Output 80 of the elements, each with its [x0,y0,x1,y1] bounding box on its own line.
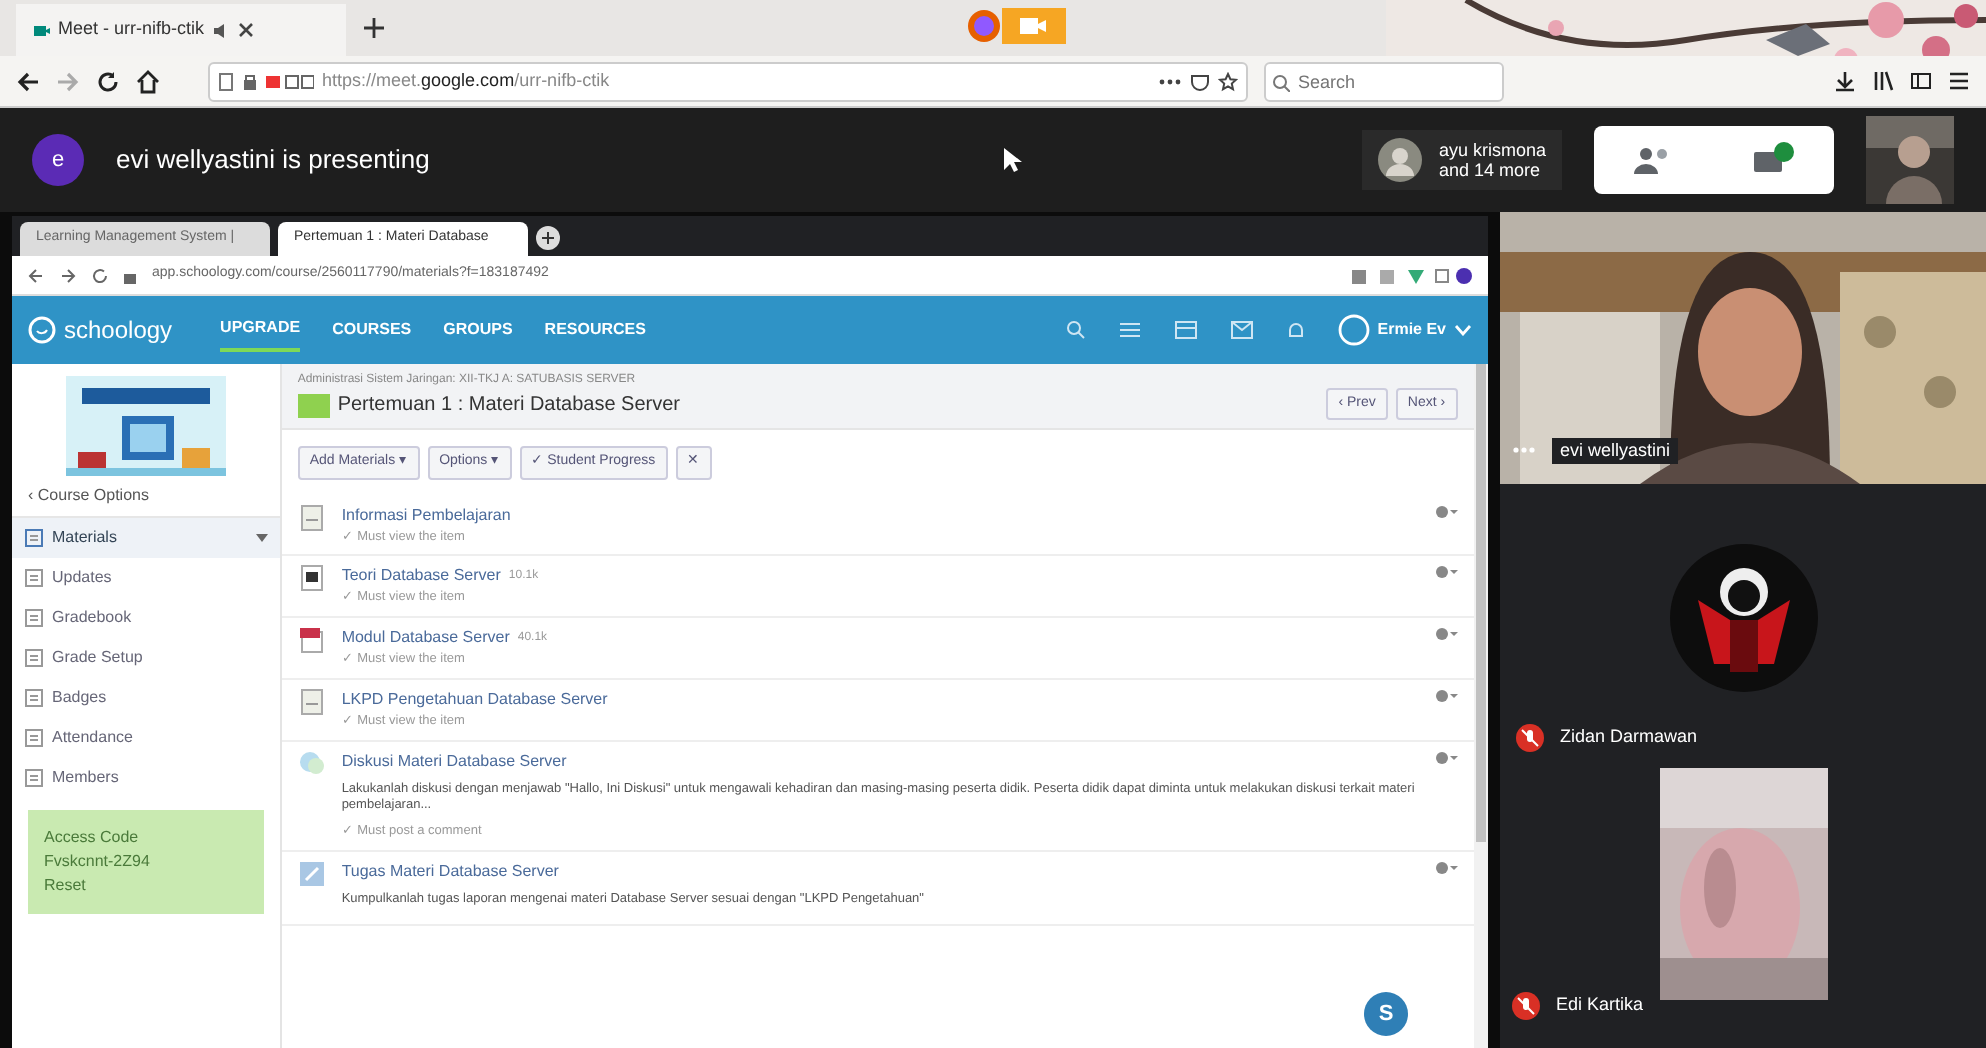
sidebar-icon[interactable] [1910,70,1932,92]
sidebar-item[interactable]: Updates [12,558,280,598]
sidebar-item[interactable]: Badges [12,678,280,718]
material-title[interactable]: Informasi Pembelajaran [341,503,511,527]
scrollbar-thumb[interactable] [1475,364,1486,843]
nav-link[interactable]: COURSES [332,308,412,352]
list-icon [24,728,44,748]
list-icon [24,608,44,628]
material-title[interactable]: Modul Database Server [341,626,510,650]
url-text: https://meet.google.com/urr-nifb-ctik [322,69,610,90]
extensions-icon[interactable] [1352,265,1472,285]
list-icon [24,568,44,588]
back-icon[interactable] [16,69,40,93]
chat-icon[interactable] [1752,142,1796,178]
menu-icon[interactable] [1948,70,1970,92]
folder-icon [297,393,330,417]
reload-icon[interactable] [96,69,120,93]
meet-icon [32,21,50,39]
user-menu[interactable]: Ermie Ev [1337,314,1472,346]
nav-link[interactable]: GROUPS [443,308,513,352]
browser-logo-icon [966,8,1002,44]
participant-count: and 14 more [1438,160,1543,181]
muted-mic-icon [1516,724,1544,752]
material-title[interactable]: Diskusi Materi Database Server [341,749,567,773]
search-icon[interactable] [1065,320,1086,340]
new-tab-icon[interactable] [536,226,560,250]
address-bar[interactable]: https://meet.google.com/urr-nifb-ctik [208,61,1248,101]
bookmark-star-icon[interactable] [1218,71,1238,91]
search-icon [1272,73,1290,91]
material-title[interactable]: LKPD Pengetahuan Database Server [341,687,608,712]
material-title[interactable]: Tugas Materi Database Server [341,859,559,883]
sidebar-item[interactable]: Members [12,758,280,798]
calendar-icon[interactable] [1173,320,1198,340]
page-icon [297,687,326,716]
search-field[interactable]: Search [1264,61,1504,101]
browser-tab[interactable]: Meet - urr-nifb-ctik [16,4,346,56]
muted-mic-icon [1512,992,1540,1020]
close-icon[interactable] [238,22,255,38]
caret-icon [1454,324,1472,336]
home-icon[interactable] [136,69,160,93]
nav-link[interactable]: UPGRADE [220,308,301,352]
list-icon [24,688,44,708]
sidebar-item[interactable]: Attendance [12,718,280,758]
sidebar-item[interactable]: Grade Setup [12,638,280,678]
participant-name: ayu krismona [1438,139,1546,160]
access-code: Fvskcnnt-2Z94 [44,850,152,874]
access-code-title: Access Code [44,826,141,850]
cursor-icon [1001,146,1022,174]
participant-name: Edi Kartika [1556,992,1644,1019]
document-icon [297,564,326,593]
page-title: Pertemuan 1 : Materi Database Server [337,392,681,420]
pdf-icon [297,626,326,654]
assignment-icon [297,859,326,887]
forward-icon[interactable] [60,267,76,283]
mail-icon[interactable] [1229,320,1254,340]
material-title[interactable]: Teori Database Server [341,564,501,589]
nav-link[interactable]: RESOURCES [544,308,646,352]
participant-name: evi wellyastini [1552,437,1679,464]
presenting-label: evi wellyastini is presenting [116,142,430,179]
chat-bubbles-icon [297,749,326,777]
user-avatar-icon [1337,314,1370,346]
presenter-avatar: e [32,134,84,186]
logo-text: schoology [64,314,173,348]
sidebar-item[interactable]: Materials [12,518,280,558]
list-icon [24,768,44,788]
library-icon[interactable] [1872,70,1894,92]
participant-name: Zidan Darmawan [1560,724,1698,751]
list-icon [24,648,44,668]
new-tab-icon[interactable] [362,16,386,40]
download-icon[interactable] [1834,70,1856,92]
reset-link[interactable]: Reset [44,874,248,898]
page-icon [297,503,326,531]
camera-indicator-icon [1002,8,1066,44]
participants-chip[interactable]: ayu krismona and 14 more [1362,130,1562,190]
schoology-logo-icon [28,316,56,344]
caret-icon [255,534,268,542]
list-icon [24,528,44,548]
sidebar-item[interactable]: Gradebook [12,598,280,638]
page-icon [218,71,234,91]
bell-icon[interactable] [1285,320,1306,340]
